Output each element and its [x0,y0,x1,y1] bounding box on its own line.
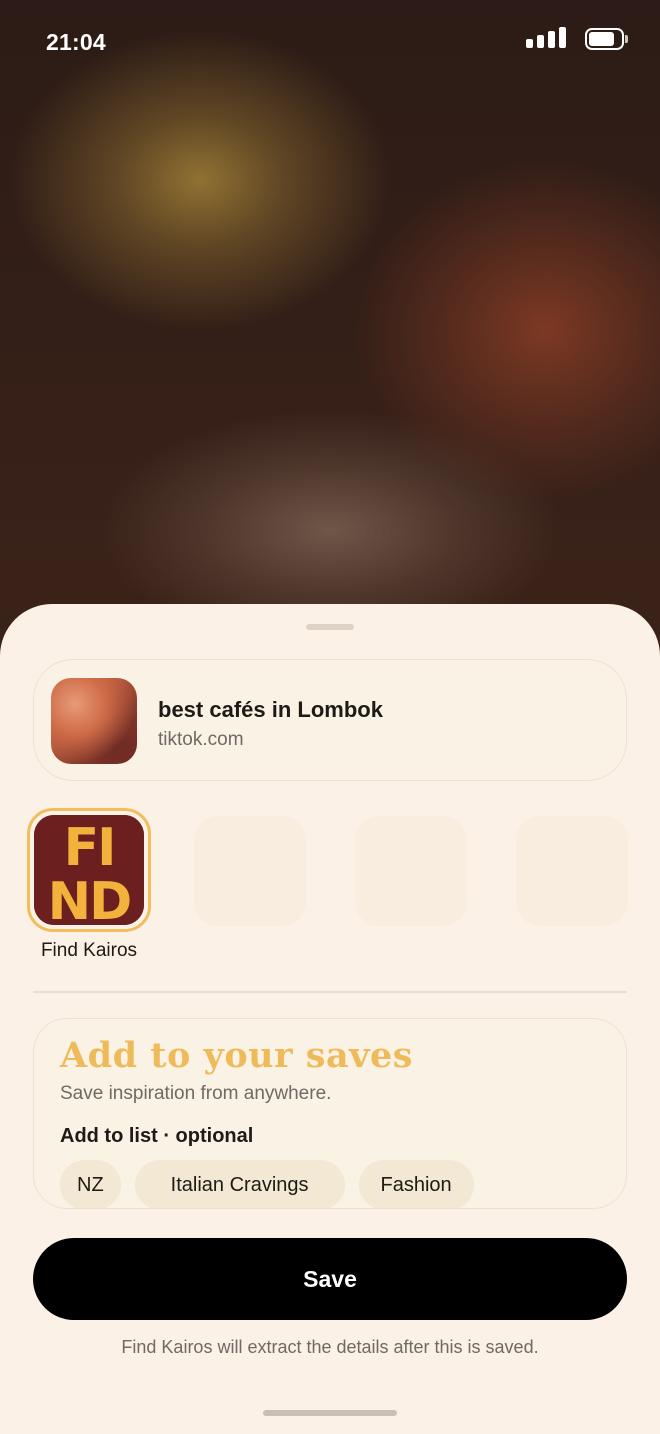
link-title: best cafés in Lombok [158,697,383,722]
link-domain: tiktok.com [158,729,244,750]
list-chip-fashion[interactable]: Fashion [358,1160,474,1208]
app-placeholder [516,816,628,926]
link-preview-card: best cafés in Lombok tiktok.com [33,659,627,781]
app-label-find-kairos: Find Kairos [40,940,138,961]
save-button[interactable]: Save [33,1238,627,1320]
app-icon-text-bottom: ND [48,872,131,925]
save-footnote: Find Kairos will extract the details aft… [121,1337,539,1357]
list-chip-italian-cravings[interactable]: Italian Cravings [134,1160,345,1208]
home-indicator [263,1410,397,1416]
list-chip-nz[interactable]: NZ [60,1160,121,1208]
link-thumbnail [51,678,137,764]
divider [33,991,627,993]
find-kairos-app-icon: FI ND [34,815,144,925]
app-icon-text-top: FI [64,818,115,878]
app-find-kairos[interactable]: FI ND [27,808,151,932]
saves-title: Add to your saves [60,1035,413,1076]
share-sheet: best cafés in Lombok tiktok.com FI ND Fi… [0,604,660,1434]
add-to-list-label: Add to list · optional [60,1125,254,1147]
app-placeholder [194,816,306,926]
list-chips: NZ Italian Cravings Fashion [60,1160,474,1208]
app-placeholder [355,816,467,926]
sheet-grabber[interactable] [306,624,354,630]
signal-bars-icon [526,26,570,48]
add-to-saves-card: Add to your saves Save inspiration from … [33,1018,627,1209]
battery-icon [585,28,629,50]
status-time: 21:04 [46,29,106,55]
saves-subtitle: Save inspiration from anywhere. [60,1083,332,1104]
